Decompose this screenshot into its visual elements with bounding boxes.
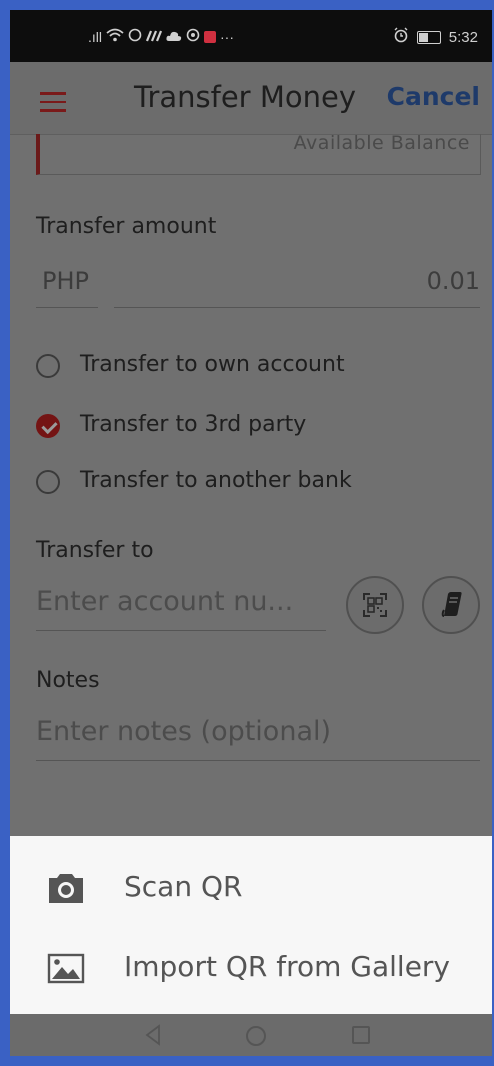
back-icon[interactable] [144, 1024, 162, 1046]
currency-field[interactable]: PHP [42, 267, 89, 295]
radio-another-bank[interactable] [36, 470, 60, 494]
phone-screen: .ıll ··· 5:32 Transfer Money Cancel Avai… [10, 10, 492, 1056]
signal-icon: .ıll [88, 28, 102, 45]
amount-input[interactable]: 0.01 [427, 267, 480, 295]
account-number-input[interactable]: Enter account nu... [36, 586, 293, 617]
viber-icon [186, 28, 200, 45]
radio-label-another-bank: Transfer to another bank [80, 468, 352, 493]
camera-icon [49, 874, 83, 903]
transfer-amount-label: Transfer amount [36, 214, 217, 239]
cancel-button[interactable]: Cancel [387, 82, 480, 111]
whatsapp-icon [128, 28, 142, 45]
radio-3rd-party[interactable] [36, 414, 60, 438]
radio-label-3rd-party: Transfer to 3rd party [80, 412, 307, 437]
available-balance-label: Available Balance [293, 132, 470, 154]
menu-icon[interactable] [40, 92, 66, 118]
status-icons-left: .ıll ··· [88, 28, 234, 45]
radio-own-account[interactable] [36, 354, 60, 378]
transfer-to-label: Transfer to [36, 538, 154, 563]
radio-label-own-account: Transfer to own account [80, 352, 345, 377]
qr-options-sheet: Scan QR Import QR from Gallery [10, 836, 492, 1014]
address-book-icon [441, 592, 462, 617]
contacts-book-button[interactable] [422, 576, 480, 634]
image-icon [47, 953, 85, 984]
qr-button[interactable] [346, 576, 404, 634]
scan-qr-option[interactable]: Scan QR [10, 848, 492, 928]
battery-icon [416, 30, 441, 44]
recent-apps-icon[interactable] [352, 1026, 370, 1044]
scan-qr-label: Scan QR [124, 870, 243, 903]
import-qr-gallery-option[interactable]: Import QR from Gallery [10, 928, 492, 1008]
more-notifications-icon: ··· [220, 28, 234, 45]
page-title: Transfer Money [134, 80, 356, 114]
home-icon[interactable] [246, 1026, 266, 1046]
cloud-icon [166, 29, 182, 45]
navigation-bar [10, 1014, 492, 1056]
status-bar: .ıll ··· 5:32 [10, 10, 492, 62]
currency-underline [36, 307, 98, 308]
qr-code-icon [363, 593, 387, 617]
app-icon [145, 29, 163, 45]
amount-underline [114, 307, 480, 308]
alarm-icon [393, 27, 409, 47]
balance-card: Available Balance [36, 132, 481, 175]
notes-label: Notes [36, 668, 100, 693]
app-header: Transfer Money Cancel [10, 62, 492, 135]
account-number-underline [36, 630, 326, 631]
wifi-icon [106, 28, 124, 45]
status-icons-right: 5:32 [393, 27, 478, 47]
status-time: 5:32 [448, 28, 478, 46]
notes-underline [36, 760, 480, 761]
notification-icon [204, 30, 216, 43]
import-qr-label: Import QR from Gallery [124, 950, 451, 983]
notes-input[interactable]: Enter notes (optional) [36, 716, 331, 747]
